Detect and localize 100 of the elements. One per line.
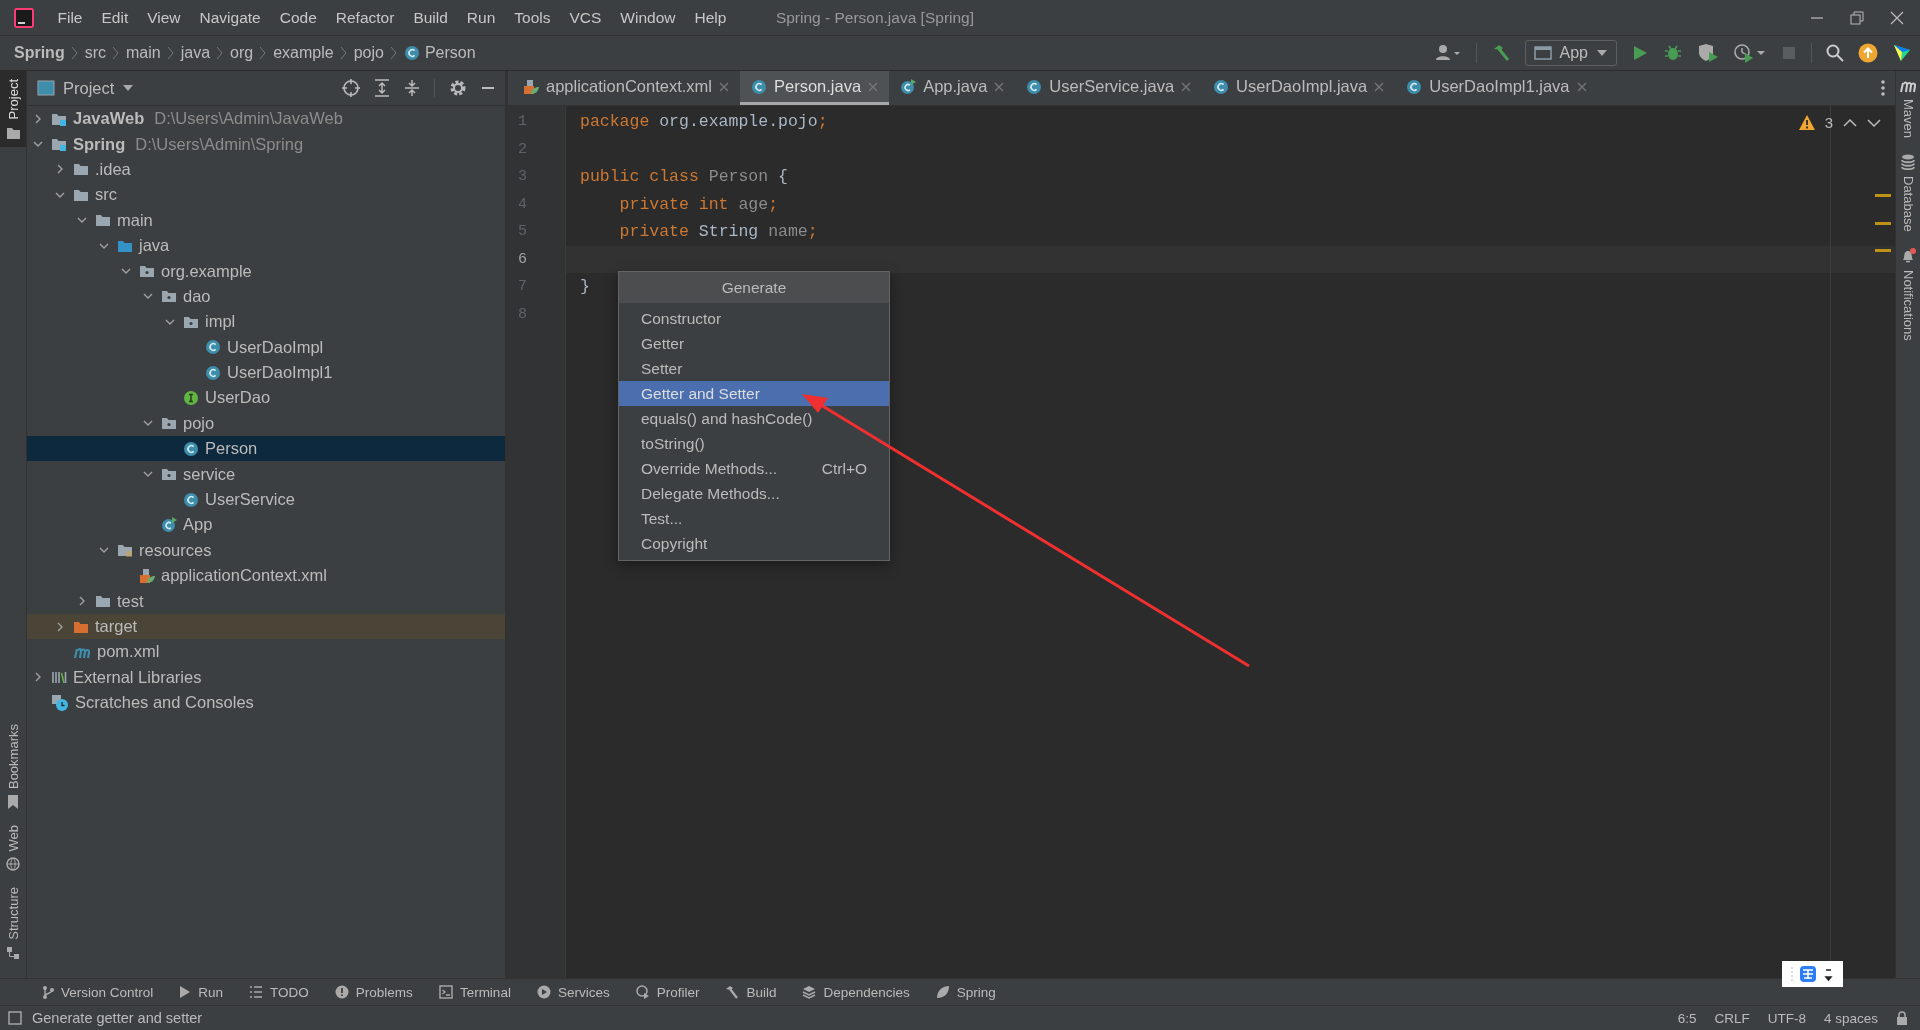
tree-row[interactable]: JavaWeb D:\Users\Admin\JavaWeb <box>27 106 505 132</box>
close-icon[interactable] <box>1890 10 1904 25</box>
close-icon[interactable] <box>1374 81 1385 92</box>
menu-item[interactable]: File <box>48 8 92 27</box>
tree-row[interactable]: pom.xml <box>27 639 505 665</box>
editor-tab[interactable]: Person.java <box>740 71 890 105</box>
user-icon[interactable] <box>1435 44 1462 62</box>
tree-row[interactable]: main <box>27 207 505 233</box>
menu-item[interactable]: VCS <box>559 8 611 27</box>
status-item[interactable]: UTF-8 <box>1767 1010 1806 1026</box>
tool-window-button[interactable]: Spring <box>956 984 996 1000</box>
menu-item[interactable]: Test... <box>619 506 889 531</box>
run-config-dropdown[interactable]: App <box>1524 40 1617 66</box>
folder-icon[interactable] <box>6 125 20 140</box>
debug-icon[interactable] <box>1663 43 1683 63</box>
tree-row[interactable]: UserService <box>27 486 505 513</box>
tree-row[interactable]: java <box>27 232 505 259</box>
status-item[interactable]: 4 spaces <box>1823 1010 1878 1026</box>
close-icon[interactable] <box>994 81 1005 92</box>
menu-item[interactable]: toString() <box>619 431 889 456</box>
tool-window-tab[interactable]: Structure <box>5 887 21 940</box>
menu-item[interactable]: Setter <box>619 356 889 381</box>
breadcrumb-item[interactable]: pojo <box>353 44 384 62</box>
panel-title[interactable]: Project <box>63 78 115 98</box>
menu-item[interactable]: Edit <box>92 8 138 27</box>
menu-item[interactable]: equals() and hashCode() <box>619 406 889 431</box>
coverage-icon[interactable] <box>1697 43 1719 63</box>
tree-row[interactable]: Person <box>27 436 505 462</box>
editor-tab[interactable]: UserService.java <box>1015 71 1203 105</box>
tree-row[interactable]: Spring D:\Users\Admin\Spring <box>27 131 505 157</box>
breadcrumb-item[interactable]: Person <box>424 44 476 62</box>
warning-marker[interactable] <box>1875 249 1891 252</box>
tree-row[interactable]: dao <box>27 283 505 310</box>
tree-row[interactable]: pojo <box>27 410 505 437</box>
profiler-icon[interactable] <box>1733 43 1767 63</box>
tree-row[interactable]: App <box>27 512 505 538</box>
tool-window-button[interactable]: Dependencies <box>823 984 910 1000</box>
tree-row[interactable]: UserDao <box>27 385 505 411</box>
menu-item[interactable]: Build <box>403 8 458 27</box>
tree-row[interactable]: External Libraries <box>27 664 505 690</box>
editor-tab[interactable]: App.java <box>889 71 1016 105</box>
tree-row[interactable]: Scratches and Consoles <box>27 690 505 716</box>
tree-row[interactable]: impl <box>27 309 505 335</box>
status-item[interactable]: 6:5 <box>1677 1010 1697 1026</box>
app-logo[interactable] <box>14 7 34 28</box>
menu-item[interactable]: Navigate <box>190 8 271 27</box>
tool-window-tab[interactable]: Maven <box>1900 99 1916 139</box>
maven-icon[interactable] <box>1899 79 1917 93</box>
caret-icon[interactable] <box>122 84 135 92</box>
menu-item[interactable]: Code <box>270 8 327 27</box>
tool-window-tab[interactable]: Database <box>1900 176 1916 232</box>
notifications-icon[interactable] <box>1900 247 1916 264</box>
locate-icon[interactable] <box>342 79 360 97</box>
tool-window-button[interactable]: Run <box>198 984 224 1000</box>
breadcrumb-item[interactable]: src <box>84 44 106 62</box>
close-icon[interactable] <box>1181 81 1192 92</box>
tree-row[interactable]: .idea <box>27 156 505 183</box>
tree-row[interactable]: target <box>27 613 505 640</box>
menu-item[interactable]: Constructor <box>619 306 889 331</box>
tool-window-button[interactable]: Version Control <box>61 984 154 1000</box>
tree-row[interactable]: UserDaoImpl <box>27 334 505 360</box>
menu-item[interactable]: Run <box>457 8 505 27</box>
close-icon[interactable] <box>719 81 729 92</box>
breadcrumb-item[interactable]: org <box>230 44 254 62</box>
plugin-logo[interactable] <box>1892 43 1912 63</box>
tool-window-button[interactable]: Profiler <box>656 984 700 1000</box>
menu-item[interactable]: Override Methods... Ctrl+O <box>619 456 889 481</box>
bookmark-icon[interactable] <box>7 794 19 809</box>
tree-row[interactable]: service <box>27 461 505 487</box>
panel-toggle-icon[interactable] <box>8 1011 22 1025</box>
tool-window-button[interactable]: TODO <box>270 984 309 1000</box>
tool-window-button[interactable]: Terminal <box>459 984 511 1000</box>
status-item[interactable]: CRLF <box>1714 1010 1750 1026</box>
menu-item[interactable]: Delegate Methods... <box>619 481 889 506</box>
warning-marker[interactable] <box>1875 194 1891 197</box>
menu-item[interactable]: Window <box>610 8 685 27</box>
tree-row[interactable]: UserDaoImpl1 <box>27 359 505 386</box>
update-icon[interactable] <box>1858 43 1878 63</box>
run-icon[interactable] <box>1631 44 1649 62</box>
menu-item[interactable]: Tools <box>504 8 560 27</box>
menu-item[interactable]: Getter and Setter <box>619 381 889 406</box>
warning-count[interactable]: 3 <box>1824 114 1833 131</box>
lock-icon[interactable] <box>1896 1011 1908 1025</box>
tool-window-button[interactable]: Problems <box>355 984 413 1000</box>
menu-item[interactable]: Refactor <box>326 8 404 27</box>
settings-icon[interactable] <box>449 79 467 97</box>
menu-item[interactable]: Help <box>685 8 736 27</box>
breadcrumb-item[interactable]: java <box>180 44 211 62</box>
tree-row[interactable]: resources <box>27 537 505 564</box>
warning-marker[interactable] <box>1875 222 1891 225</box>
globe-icon[interactable] <box>6 857 20 872</box>
menu-item[interactable]: Getter <box>619 331 889 356</box>
more-icon[interactable] <box>1881 80 1885 96</box>
editor-tab[interactable]: UserDaoImpl1.java <box>1395 71 1598 105</box>
menu-item[interactable]: View <box>137 8 191 27</box>
next-icon[interactable] <box>1867 117 1881 128</box>
collapse-all-icon[interactable] <box>404 79 420 97</box>
previous-icon[interactable] <box>1843 117 1857 128</box>
tool-window-button[interactable]: Build <box>746 984 777 1000</box>
breadcrumb-item[interactable]: Spring <box>14 44 65 62</box>
